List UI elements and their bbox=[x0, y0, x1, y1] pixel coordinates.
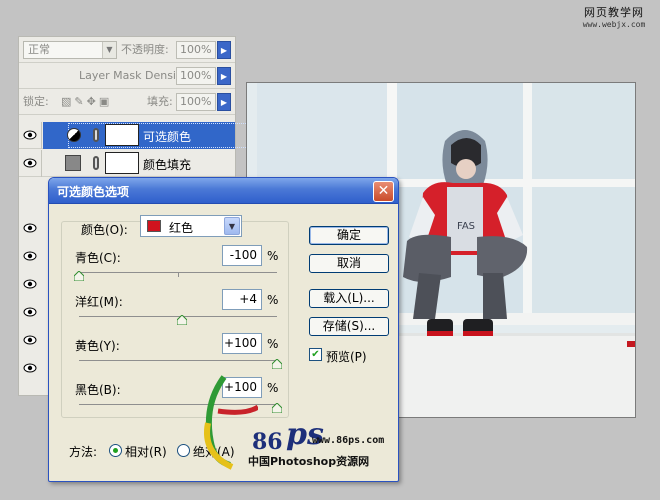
fill-input[interactable]: 100% bbox=[176, 93, 216, 111]
fill-label: 填充: bbox=[147, 95, 173, 108]
yellow-input[interactable]: +100 bbox=[222, 333, 262, 354]
yellow-percent: % bbox=[267, 337, 279, 351]
selective-color-adjustment-icon bbox=[67, 128, 81, 142]
magenta-input[interactable]: +4 bbox=[222, 289, 262, 310]
close-icon: ✕ bbox=[377, 183, 390, 199]
svg-text:FAS: FAS bbox=[457, 221, 475, 232]
layer-mask-thumbnail[interactable] bbox=[105, 124, 139, 146]
color-select-value: 红色 bbox=[169, 221, 194, 235]
close-button[interactable]: ✕ bbox=[373, 181, 394, 202]
blend-mode-value: 正常 bbox=[28, 43, 50, 56]
layers-blend-row: 正常 ▼ 不透明度: 100% ▶ bbox=[19, 37, 235, 63]
load-button[interactable]: 载入(L)... bbox=[309, 289, 389, 308]
eye-icon[interactable] bbox=[23, 334, 37, 346]
watermark-title: 网页教学网 bbox=[584, 6, 644, 19]
eye-icon[interactable] bbox=[23, 222, 37, 234]
layer-name: 颜色填充 bbox=[143, 158, 192, 172]
layer-row-selective-color[interactable]: 可选颜色 bbox=[19, 122, 258, 149]
mask-density-input[interactable]: 100% bbox=[176, 67, 216, 85]
lock-label: 锁定: bbox=[23, 95, 49, 108]
watermark-url: www.webjx.com bbox=[582, 20, 646, 29]
opacity-arrow-button[interactable]: ▶ bbox=[217, 41, 231, 59]
magenta-label: 洋红(M): bbox=[75, 295, 123, 309]
cancel-button[interactable]: 取消 bbox=[309, 254, 389, 273]
preview-label: 预览(P) bbox=[326, 350, 367, 364]
layer-row-color-fill[interactable]: 颜色填充 bbox=[19, 150, 235, 177]
chain-link-icon[interactable] bbox=[93, 156, 99, 170]
eye-icon[interactable] bbox=[23, 306, 37, 318]
eye-icon[interactable] bbox=[23, 278, 37, 290]
yellow-slider-track[interactable] bbox=[79, 360, 277, 361]
mask-density-label: Layer Mask Density bbox=[79, 69, 187, 82]
logo-url: www.86ps.com bbox=[312, 435, 385, 446]
mask-density-arrow-button[interactable]: ▶ bbox=[217, 67, 231, 85]
color-label: 颜色(O): bbox=[81, 223, 128, 237]
layers-lock-row: 锁定: ▧✎✥▣ 填充: 100% ▶ bbox=[19, 89, 235, 115]
color-swatch bbox=[147, 220, 161, 232]
eye-icon[interactable] bbox=[23, 250, 37, 262]
yellow-label: 黄色(Y): bbox=[75, 339, 120, 353]
lock-move-icon[interactable]: ✥ bbox=[87, 95, 99, 108]
layer-mask-thumbnail[interactable] bbox=[105, 152, 139, 174]
logo-number: 86 bbox=[252, 429, 283, 455]
eye-icon[interactable] bbox=[23, 157, 37, 169]
color-fill-icon bbox=[65, 155, 81, 171]
magenta-percent: % bbox=[267, 293, 279, 307]
ok-button[interactable]: 确定 bbox=[309, 226, 389, 245]
layer-separator bbox=[41, 150, 42, 177]
eye-icon[interactable] bbox=[23, 129, 37, 141]
lock-icons[interactable]: ▧✎✥▣ bbox=[61, 95, 112, 108]
site-logo: 86 ps www.86ps.com 中国Photoshop资源网 bbox=[188, 373, 388, 473]
lock-transparent-icon[interactable]: ▧ bbox=[61, 95, 74, 108]
method-label: 方法: bbox=[69, 445, 98, 459]
chain-link-icon[interactable] bbox=[93, 128, 99, 142]
cyan-input[interactable]: -100 bbox=[222, 245, 262, 266]
save-button[interactable]: 存储(S)... bbox=[309, 317, 389, 336]
chevron-down-icon: ▼ bbox=[102, 42, 116, 58]
lock-all-icon[interactable]: ▣ bbox=[99, 95, 112, 108]
preview-checkbox[interactable]: ✔ bbox=[309, 348, 322, 361]
dialog-title: 可选颜色选项 bbox=[57, 185, 130, 199]
cyan-percent: % bbox=[267, 249, 279, 263]
eye-icon[interactable] bbox=[23, 362, 37, 374]
magenta-slider-thumb[interactable] bbox=[176, 315, 187, 325]
watermark: 网页教学网 www.webjx.com bbox=[574, 4, 654, 29]
cyan-label: 青色(C): bbox=[75, 251, 121, 265]
yellow-slider-thumb[interactable] bbox=[272, 359, 282, 369]
cyan-slider-tick bbox=[178, 273, 179, 277]
layer-name: 可选颜色 bbox=[143, 130, 192, 144]
layers-density-row: Layer Mask Density 100% ▶ bbox=[19, 63, 235, 89]
blend-mode-select[interactable]: 正常 ▼ bbox=[23, 41, 117, 59]
cyan-slider-thumb[interactable] bbox=[74, 271, 84, 281]
chevron-down-icon[interactable]: ▼ bbox=[224, 217, 240, 235]
opacity-input[interactable]: 100% bbox=[176, 41, 216, 59]
opacity-label: 不透明度: bbox=[121, 43, 169, 56]
lock-paint-icon[interactable]: ✎ bbox=[74, 95, 86, 108]
relative-radio[interactable] bbox=[109, 444, 122, 457]
layer-separator bbox=[41, 122, 42, 149]
dialog-titlebar[interactable]: 可选颜色选项 ✕ bbox=[49, 178, 398, 204]
relative-label: 相对(R) bbox=[125, 445, 167, 459]
fill-arrow-button[interactable]: ▶ bbox=[217, 93, 231, 111]
color-select[interactable]: 红色 ▼ bbox=[140, 215, 242, 237]
logo-caption: 中国Photoshop资源网 bbox=[248, 455, 370, 468]
black-label: 黑色(B): bbox=[75, 383, 121, 397]
